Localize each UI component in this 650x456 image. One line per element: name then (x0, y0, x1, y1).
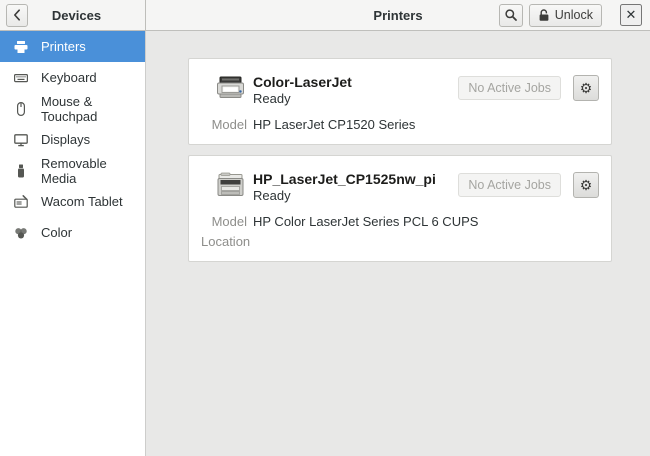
printer-settings-button[interactable]: ⚙ (573, 75, 599, 101)
sidebar-item-removable-media[interactable]: Removable Media (0, 155, 145, 186)
printer-name: Color-LaserJet (253, 74, 458, 91)
unlock-button-label: Unlock (555, 8, 593, 22)
unlock-button[interactable]: Unlock (529, 4, 602, 27)
sidebar-item-label: Color (41, 225, 72, 240)
detail-label: Model (201, 115, 247, 135)
settings-window: Devices Printers Unlock ✕ (0, 0, 650, 456)
detail-value (253, 232, 599, 252)
sidebar-item-keyboard[interactable]: Keyboard (0, 62, 145, 93)
detail-value: HP Color LaserJet Series PCL 6 CUPS (253, 212, 599, 232)
back-button[interactable] (6, 4, 28, 27)
detail-label: Model (201, 212, 247, 232)
printer-card-hp-laserjet-cp1525nw: HP_LaserJet_CP1525nw_pi Ready No Active … (188, 155, 612, 262)
app-body: Printers Keyboard Mouse & Touchpad Displ… (0, 31, 650, 456)
close-icon: ✕ (626, 7, 637, 23)
titlebar-actions: Unlock ✕ (499, 4, 650, 27)
gear-icon: ⚙ (580, 178, 593, 192)
titlebar-main-section: Printers Unlock ✕ (146, 0, 650, 30)
printer-status: Ready (253, 188, 458, 204)
sidebar-item-color[interactable]: Color (0, 217, 145, 248)
close-button[interactable]: ✕ (620, 4, 642, 26)
titlebar-sidebar-section: Devices (0, 0, 146, 30)
search-button[interactable] (499, 4, 523, 27)
mouse-icon (13, 101, 29, 117)
titlebar: Devices Printers Unlock ✕ (0, 0, 650, 31)
printer-icon (13, 39, 29, 55)
printers-panel: Color-LaserJet Ready No Active Jobs ⚙ Mo… (146, 31, 650, 456)
tablet-icon (13, 194, 29, 210)
unlock-padlock-icon (538, 9, 550, 22)
sidebar: Printers Keyboard Mouse & Touchpad Displ… (0, 31, 146, 456)
printer-settings-button[interactable]: ⚙ (573, 172, 599, 198)
printer-name: HP_LaserJet_CP1525nw_pi (253, 171, 458, 188)
display-icon (13, 132, 29, 148)
gear-icon: ⚙ (580, 81, 593, 95)
search-icon (504, 8, 518, 22)
no-active-jobs-button: No Active Jobs (458, 76, 561, 100)
usb-icon (13, 163, 29, 179)
sidebar-item-label: Wacom Tablet (41, 194, 123, 209)
sidebar-item-label: Removable Media (41, 156, 137, 186)
detail-value: HP LaserJet CP1520 Series (253, 115, 599, 135)
no-active-jobs-button: No Active Jobs (458, 173, 561, 197)
sidebar-item-displays[interactable]: Displays (0, 124, 145, 155)
sidebar-item-printers[interactable]: Printers (0, 31, 145, 62)
printer-card-color-laserjet: Color-LaserJet Ready No Active Jobs ⚙ Mo… (188, 58, 612, 145)
printer-thumbnail (214, 170, 247, 204)
sidebar-title: Devices (28, 8, 139, 23)
sidebar-item-label: Printers (41, 39, 86, 54)
chevron-left-icon (13, 9, 21, 21)
printer-thumbnail (214, 73, 247, 107)
color-icon (13, 225, 29, 241)
printer-status: Ready (253, 91, 458, 107)
sidebar-item-mouse-touchpad[interactable]: Mouse & Touchpad (0, 93, 145, 124)
detail-label: Location (201, 232, 247, 252)
keyboard-icon (13, 70, 29, 86)
sidebar-item-wacom-tablet[interactable]: Wacom Tablet (0, 186, 145, 217)
sidebar-item-label: Keyboard (41, 70, 97, 85)
sidebar-item-label: Mouse & Touchpad (41, 94, 137, 124)
sidebar-item-label: Displays (41, 132, 90, 147)
